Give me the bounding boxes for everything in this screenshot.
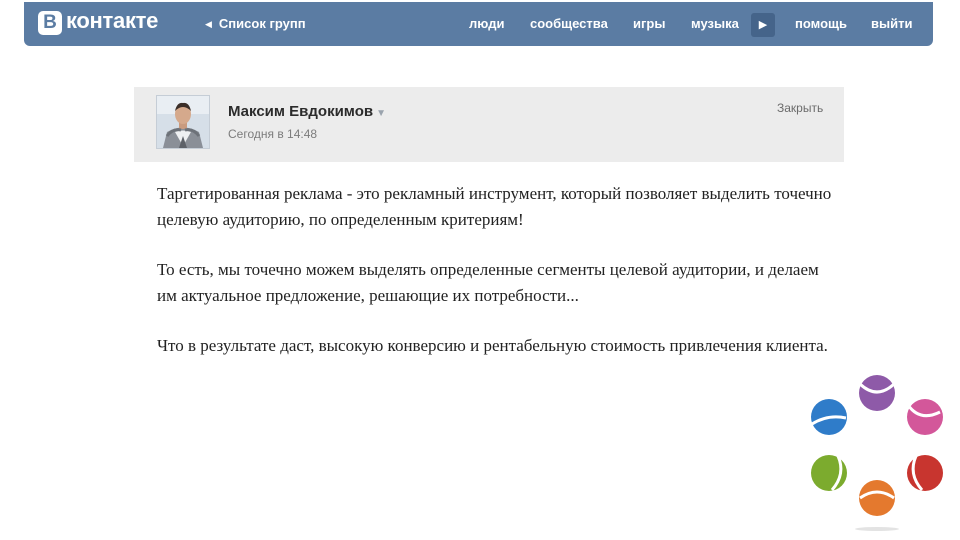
back-to-groups-link[interactable]: ◀ Список групп [205,16,306,31]
vk-logo-badge: В [38,11,62,35]
avatar[interactable] [156,95,210,149]
post-paragraph: Таргетированная реклама - это рекламный … [157,184,832,229]
top-navigation-bar: В контакте ◀ Список групп люди сообщества… [24,2,933,46]
post-author[interactable]: Максим Евдокимов ▼ [228,103,386,120]
person-photo-icon [157,96,209,148]
post-paragraph: Что в результате даст, высокую конверсию… [157,336,828,355]
nav-people[interactable]: люди [469,16,504,31]
nav-help[interactable]: помощь [795,16,847,31]
close-button[interactable]: Закрыть [777,101,823,115]
post-paragraph: То есть, мы точечно можем выделять опред… [157,260,819,305]
nav-games[interactable]: игры [633,16,665,31]
nav-music[interactable]: музыка [691,16,739,31]
colored-circles-emblem-icon [811,375,943,531]
nav-communities[interactable]: сообщества [530,16,608,31]
wall-post: Максим Евдокимов ▼ Сегодня в 14:48 Закрыт… [134,87,844,383]
nav-logout[interactable]: выйти [871,16,912,31]
post-text: Таргетированная реклама - это рекламный … [157,181,837,359]
vk-logo-text: контакте [66,8,159,33]
emblem-orange-circle [859,480,895,516]
post-timestamp: Сегодня в 14:48 [228,127,318,141]
post-header: Максим Евдокимов ▼ Сегодня в 14:48 Закрыт… [134,87,844,162]
play-arrow-icon[interactable]: ▶ [751,13,775,37]
post-author-name: Максим Евдокимов [228,103,374,120]
triangle-left-icon: ◀ [205,19,212,29]
back-link-label: Список групп [218,16,306,31]
caret-down-icon[interactable]: ▼ [376,108,386,119]
